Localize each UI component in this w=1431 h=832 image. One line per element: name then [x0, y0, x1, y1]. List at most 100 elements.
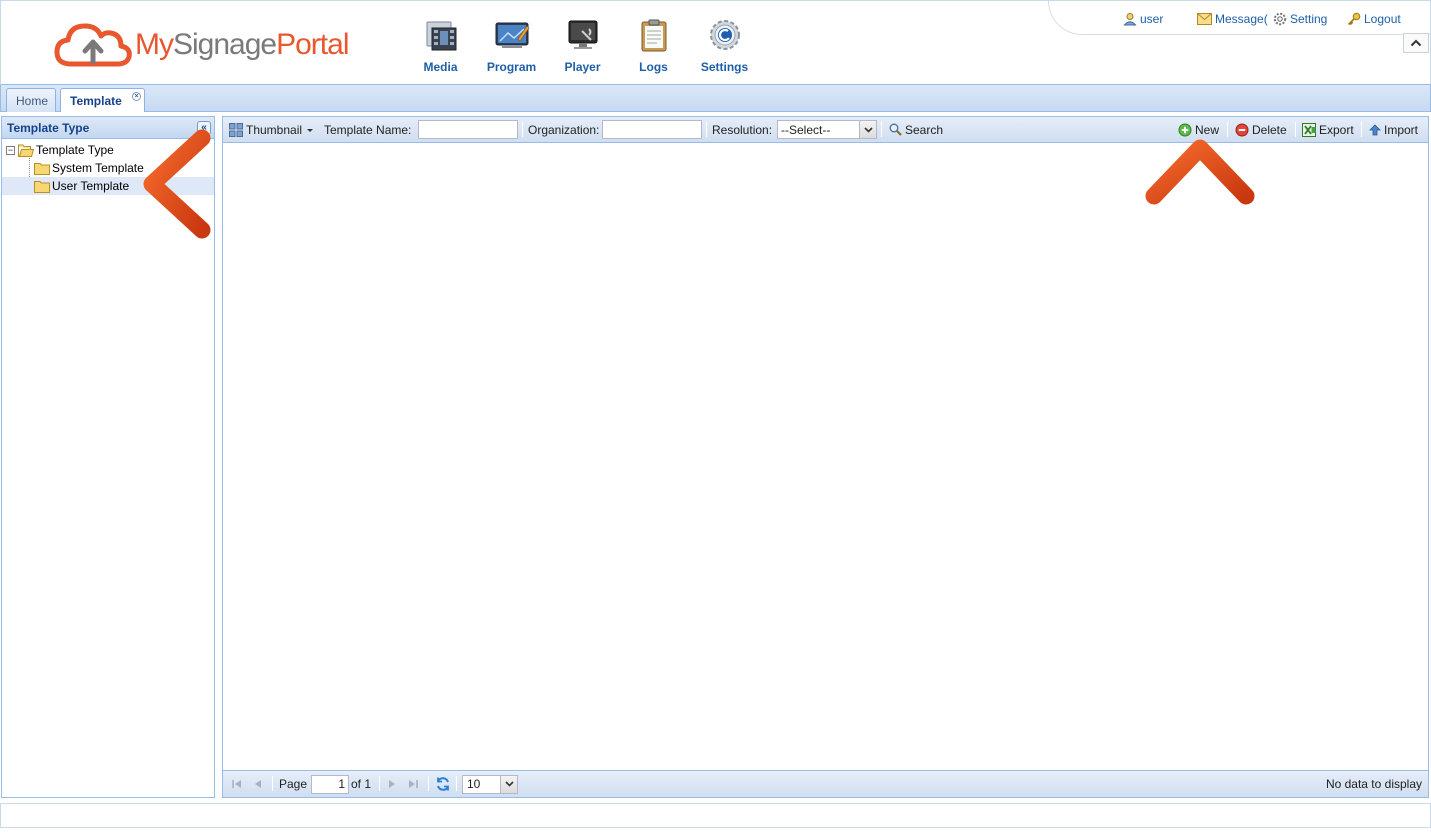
page-number-input[interactable]: 1 — [311, 774, 349, 794]
prev-page-icon[interactable] — [253, 771, 263, 797]
nav-settings-label: Settings — [700, 60, 749, 74]
logout-label: Logout — [1364, 12, 1401, 26]
tree-node-user-template[interactable]: User Template — [2, 177, 214, 195]
resolution-label: Resolution: — [712, 122, 773, 137]
organization-label: Organization: — [528, 122, 600, 137]
view-mode-button[interactable]: Thumbnail — [229, 117, 318, 142]
resolution-wrap: --Select-- — [777, 117, 877, 142]
excel-export-icon — [1302, 122, 1316, 137]
organization-input[interactable] — [602, 120, 702, 139]
import-label: Import — [1384, 122, 1419, 137]
refresh-icon[interactable] — [435, 771, 451, 797]
page-label: Page — [279, 777, 308, 791]
toolbar-separator — [1295, 122, 1296, 137]
chevron-down-icon[interactable] — [859, 121, 876, 138]
page-input-wrap: 1 — [311, 771, 349, 797]
export-label: Export — [1319, 122, 1354, 137]
nav-media[interactable]: Media — [405, 17, 476, 74]
logout-link[interactable]: Logout — [1347, 12, 1401, 26]
user-panel: user Message( Setting Logout — [1048, 1, 1430, 35]
search-label: Search — [905, 122, 944, 137]
page-size-select[interactable]: 10 — [462, 774, 518, 794]
toolbar-separator — [1227, 122, 1228, 137]
organization-wrap — [602, 117, 702, 142]
template-type-panel: Template Type « − Template Type System T… — [1, 116, 215, 798]
collapse-left-icon[interactable]: « — [197, 121, 211, 135]
template-name-wrap — [418, 117, 518, 142]
tab-template-label: Template — [70, 93, 122, 108]
toolbar-separator — [881, 122, 882, 137]
template-name-input[interactable] — [418, 120, 518, 139]
nav-program[interactable]: Program — [476, 17, 547, 74]
close-icon[interactable]: × — [132, 92, 141, 101]
folder-open-icon — [18, 144, 34, 157]
first-page-icon[interactable] — [231, 771, 243, 797]
tree-node-root[interactable]: − Template Type — [2, 141, 214, 159]
search-icon — [889, 123, 902, 136]
footer-bar — [0, 803, 1431, 828]
tab-template[interactable]: Template × — [60, 88, 145, 112]
nav-logs[interactable]: Logs — [618, 17, 689, 74]
new-button[interactable]: New — [1178, 117, 1219, 142]
setting-link[interactable]: Setting — [1273, 12, 1327, 26]
grid-toolbar: Thumbnail Template Name: Organization: R… — [223, 117, 1428, 143]
arrow-up-icon — [1369, 123, 1381, 135]
collapse-toggle-icon[interactable]: − — [6, 145, 15, 155]
panel-title: Template Type — [7, 120, 90, 135]
nav-player[interactable]: Player — [547, 17, 618, 74]
logs-icon — [641, 19, 666, 52]
tab-bar: Home Template × — [0, 85, 1431, 112]
nav-settings[interactable]: Settings — [689, 17, 760, 74]
gear-icon — [1273, 12, 1287, 26]
pager-separator — [379, 776, 380, 791]
setting-label: Setting — [1290, 12, 1328, 26]
brand-logo[interactable]: MySignagePortal — [53, 18, 349, 72]
resolution-select[interactable]: --Select-- — [777, 120, 877, 139]
caret-down-icon — [307, 128, 314, 132]
tree-label-root: Template Type — [36, 143, 114, 157]
delete-label: Delete — [1252, 122, 1287, 137]
tab-home-label: Home — [16, 93, 49, 108]
program-icon — [495, 22, 529, 48]
user-link[interactable]: user — [1123, 12, 1163, 26]
envelope-icon — [1197, 13, 1212, 25]
nav-player-label: Player — [564, 60, 601, 74]
resolution-value: --Select-- — [781, 122, 831, 137]
panel-header: Template Type « — [2, 117, 214, 139]
nav-media-label: Media — [423, 60, 458, 74]
folder-icon — [34, 180, 50, 193]
settings-icon — [709, 20, 740, 50]
chevron-down-icon[interactable] — [500, 775, 517, 793]
collapse-header-button[interactable] — [1403, 33, 1429, 53]
user-name: user — [1140, 12, 1164, 26]
delete-button[interactable]: Delete — [1235, 117, 1287, 142]
tree-label-user: User Template — [52, 179, 130, 193]
next-page-icon[interactable] — [387, 771, 397, 797]
app-header: MySignagePortal Media Program Player Log… — [0, 0, 1431, 85]
tree-node-system-template[interactable]: System Template — [2, 159, 214, 177]
media-icon — [426, 21, 456, 51]
template-grid-panel: Thumbnail Template Name: Organization: R… — [222, 116, 1429, 798]
pager-separator — [428, 776, 429, 791]
paging-toolbar: Page 1 of 1 10 No data to display — [223, 770, 1428, 797]
brand-name: MySignagePortal — [135, 28, 349, 61]
template-type-tree: − Template Type System Template User Tem… — [2, 139, 214, 195]
thumbnail-icon — [229, 122, 243, 137]
search-button[interactable]: Search — [889, 117, 943, 142]
folder-icon — [34, 162, 50, 175]
cloud-upload-icon — [54, 23, 132, 67]
delete-icon — [1235, 123, 1249, 136]
user-icon — [1123, 13, 1137, 26]
message-label: Message( — [1215, 12, 1268, 26]
page-size-value: 10 — [467, 777, 481, 791]
tab-home[interactable]: Home — [6, 88, 56, 112]
toolbar-separator — [522, 122, 523, 137]
template-name-label: Template Name: — [324, 122, 412, 137]
last-page-icon[interactable] — [407, 771, 419, 797]
import-button[interactable]: Import — [1369, 117, 1418, 142]
export-button[interactable]: Export — [1302, 117, 1354, 142]
toolbar-separator — [1361, 122, 1362, 137]
chevron-up-icon — [1410, 39, 1422, 47]
tree-label-system: System Template — [52, 161, 144, 175]
message-link[interactable]: Message( — [1197, 12, 1268, 26]
